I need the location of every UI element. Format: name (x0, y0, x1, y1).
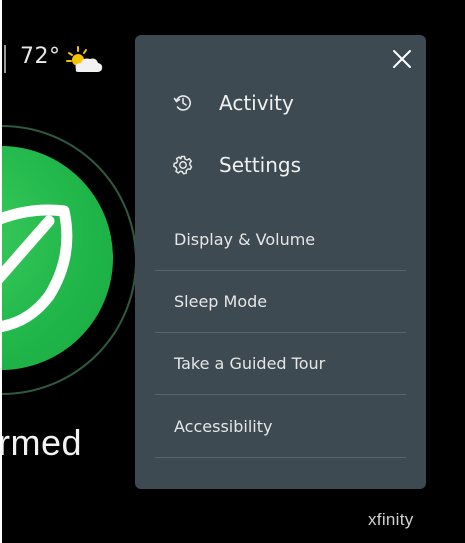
partly-cloudy-icon (64, 44, 104, 74)
menu-item-accessibility[interactable]: Accessibility (155, 396, 406, 458)
leaf-icon (2, 204, 73, 333)
temperature-readout: 72° (20, 44, 61, 69)
menu-item-label: Activity (219, 91, 294, 115)
menu-item-settings[interactable]: Settings (173, 150, 301, 180)
menu-item-label: Take a Guided Tour (174, 354, 326, 373)
menu-item-sleep-mode[interactable]: Sleep Mode (155, 271, 406, 333)
menu-item-label: Display & Volume (174, 230, 316, 249)
menu-item-guided-tour[interactable]: Take a Guided Tour (155, 333, 406, 395)
menu-item-label: Accessibility (174, 417, 273, 436)
gear-icon (173, 155, 193, 175)
status-divider (4, 45, 6, 73)
side-menu: Activity Settings Display & Volume Sleep… (135, 35, 426, 489)
menu-item-label: Sleep Mode (174, 292, 268, 311)
menu-item-activity[interactable]: Activity (173, 88, 294, 118)
screen: 72° rmed Activity Settings Display & Vol… (2, 0, 465, 543)
menu-item-display-volume[interactable]: Display & Volume (155, 209, 406, 271)
xfinity-logo: xfinity (368, 510, 414, 529)
history-icon (173, 93, 193, 113)
arm-status-button[interactable] (2, 146, 113, 370)
menu-item-label: Settings (219, 153, 302, 177)
arm-status-label: rmed (2, 422, 83, 463)
close-icon[interactable] (390, 47, 414, 71)
